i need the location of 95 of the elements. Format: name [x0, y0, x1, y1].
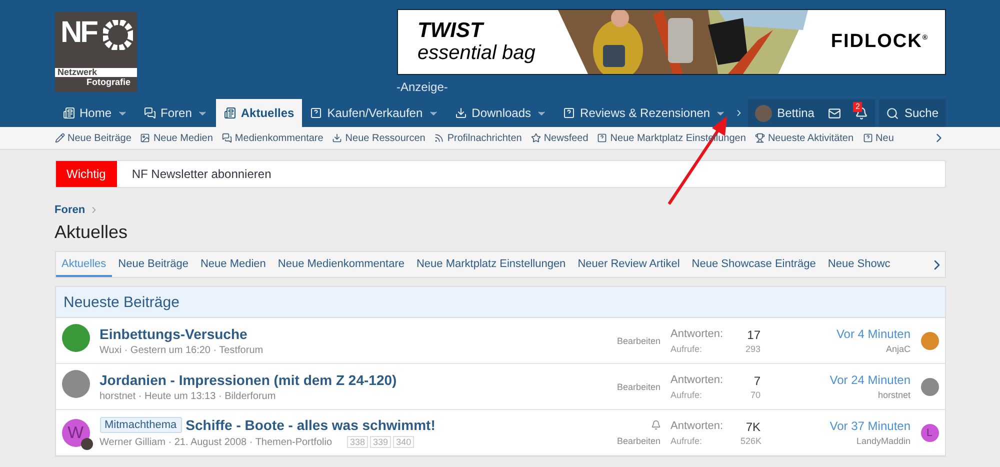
nav-tab[interactable]: Reviews & Rezensionen	[555, 99, 734, 127]
page-title: Aktuelles	[54, 222, 129, 243]
logo-letters: NF	[60, 16, 96, 50]
ad-headline: TWIST	[418, 20, 486, 42]
last-post-time[interactable]: Vor 37 Minuten	[830, 419, 910, 433]
thread-meta: Wuxi · Gestern um 16:20 · Testforum	[100, 344, 264, 356]
ad-caption: -Anzeige-	[396, 80, 449, 94]
subnav-link[interactable]: Profilnachrichten	[434, 132, 522, 144]
avatar[interactable]	[62, 370, 90, 398]
user-link[interactable]: Bettina	[748, 99, 822, 127]
stat-label: Antworten:	[670, 328, 724, 342]
tab[interactable]: Neue Showcase Einträge	[686, 252, 822, 277]
chat-icon	[144, 107, 156, 119]
last-post-time[interactable]: Vor 24 Minuten	[830, 373, 910, 387]
nav-tab[interactable]: Home	[54, 99, 136, 127]
avatar	[755, 104, 772, 122]
thread-title[interactable]: Jordanien - Impressionen (mit dem Z 24-120)	[100, 372, 397, 388]
stat-label: Aufrufe:	[670, 436, 704, 446]
thread-row[interactable]: Einbettungs-Versuche Wuxi · Gestern um 16:20 · Testforum Bearbeiten Antworten: 17 Aufrufe: 293 Vor 4 Minuten AnjaC	[56, 318, 944, 364]
subnav-link[interactable]: Neue Medien	[140, 132, 213, 144]
download-icon	[332, 133, 342, 143]
nav-tab[interactable]: Downloads	[446, 99, 556, 127]
thread-title[interactable]: Einbettungs-Versuche	[100, 326, 248, 342]
panel-title: Neueste Beiträge	[56, 287, 944, 318]
prefix-label[interactable]: Mitmachthema	[100, 417, 182, 433]
thread-meta: Werner Gilliam · 21. August 2008 · Themen-Portfolio	[100, 436, 332, 448]
thread-row[interactable]: W Mitmachthema Schiffe - Boote - alles was schwimmt! Werner Gilliam · 21. August 2008 · Themen-Portfolio 338 339 340 Bearbeiten Antworten: 7K Aufrufe: 526K Vor 37 Minuten LandyMaddin L	[56, 410, 944, 456]
newspaper-icon	[224, 107, 236, 119]
tab[interactable]: Neue Beiträge	[112, 252, 194, 277]
last-poster[interactable]: AnjaC	[886, 344, 910, 354]
subnav-link[interactable]: Neueste Aktivitäten	[754, 132, 854, 144]
newspaper-icon	[62, 107, 74, 119]
avatar[interactable]	[920, 332, 938, 350]
star-icon	[530, 133, 541, 143]
thread-meta: horstnet · Heute um 13:13 · Bilderforum	[100, 390, 276, 402]
stat-value: 7K	[744, 420, 760, 434]
avatar-letter: L	[926, 426, 932, 438]
avatar[interactable]	[62, 324, 90, 352]
rss-icon	[434, 133, 444, 143]
tab[interactable]: Neue Medienkommentare	[272, 252, 410, 277]
image-icon	[140, 133, 150, 143]
tab[interactable]: Neue Showc	[822, 252, 896, 277]
thread-title[interactable]: Schiffe - Boote - alles was schwimmt!	[186, 417, 436, 433]
stat-value: 70	[749, 390, 760, 400]
thread-row[interactable]: Jordanien - Impressionen (mit dem Z 24-120) horstnet · Heute um 13:13 · Bilderforum Bearbeiten Antworten: 7 Aufrufe: 70 Vor 24 Minuten horstnet	[56, 364, 944, 410]
tab[interactable]: Neuer Review Artikel	[572, 252, 686, 277]
subnav-link[interactable]: Medienkommentare	[222, 132, 324, 144]
mail-icon[interactable]	[828, 106, 842, 120]
logo-text: Netzwerk	[54, 68, 136, 77]
notice-tag: Wichtig	[56, 161, 117, 187]
tab[interactable]: Neue Medien	[194, 252, 272, 277]
alert-count: 2	[853, 102, 862, 112]
subnav-link[interactable]: Neue Beiträge	[54, 132, 132, 144]
stat-value: 7	[752, 374, 760, 388]
avatar-letter: W	[68, 422, 84, 442]
nav-tab[interactable]: Kaufen/Verkaufen	[302, 99, 447, 127]
edit-link[interactable]: Bearbeiten	[616, 382, 660, 392]
stat-label: Aufrufe:	[670, 344, 704, 354]
avatar[interactable]	[920, 378, 938, 396]
stat-label: Antworten:	[670, 374, 724, 388]
edit-link[interactable]: Bearbeiten	[616, 336, 660, 346]
aperture-icon	[102, 20, 132, 50]
stat-value: 17	[746, 328, 760, 342]
search-icon	[886, 106, 900, 120]
logo-text: Fotografie	[86, 77, 130, 87]
tab[interactable]: Neue Marktplatz Einstellungen	[410, 252, 572, 277]
last-post-time[interactable]: Vor 4 Minuten	[836, 327, 910, 341]
edit-link[interactable]: Bearbeiten	[616, 436, 660, 446]
pencil-icon	[54, 133, 64, 143]
stat-value: 526K	[740, 436, 760, 446]
download-icon	[454, 107, 467, 119]
last-poster[interactable]: horstnet	[878, 390, 910, 400]
search-button[interactable]: Suche	[879, 99, 946, 127]
help-icon	[597, 133, 608, 143]
subnav-link[interactable]: Neue Ressourcen	[332, 132, 426, 144]
brand-logo: FIDLOCK$^{®}$	[830, 31, 928, 53]
chat-icon	[222, 133, 232, 143]
ad-banner[interactable]: TWIST essential bag FIDLOCK$^{®}$	[396, 9, 946, 75]
last-poster[interactable]: LandyMaddin	[856, 436, 910, 446]
trophy-icon	[754, 133, 765, 143]
stat-value: 293	[744, 344, 760, 354]
breadcrumb-link[interactable]: Foren	[54, 204, 86, 216]
bell-icon	[650, 420, 660, 430]
stat-label: Antworten:	[670, 420, 724, 434]
help-icon	[563, 107, 576, 119]
subnav-link[interactable]: Neu	[862, 132, 894, 144]
help-icon	[310, 107, 322, 119]
nav-tab[interactable]: Aktuelles	[216, 99, 302, 127]
subnav-link[interactable]: Newsfeed	[530, 132, 588, 144]
stat-label: Aufrufe:	[670, 390, 704, 400]
notice-link[interactable]: NF Newsletter abonnieren	[116, 161, 272, 187]
help-icon	[862, 133, 873, 143]
site-logo[interactable]: NF Netzwerk Fotografie	[54, 12, 136, 92]
ad-subline: essential bag	[418, 42, 536, 64]
nav-tab[interactable]: Foren	[136, 99, 216, 127]
